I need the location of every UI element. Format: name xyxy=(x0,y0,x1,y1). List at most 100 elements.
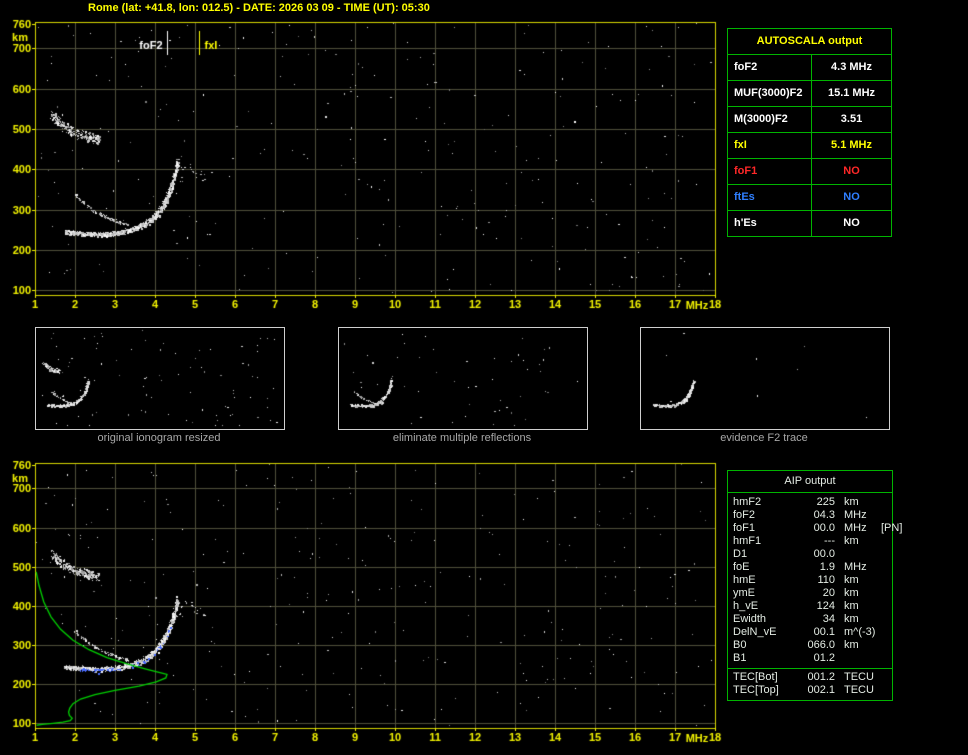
aip-param-note xyxy=(881,652,887,665)
aip-param-note xyxy=(881,639,887,652)
aip-param-name: foE xyxy=(733,561,750,573)
top-ionogram-plot xyxy=(0,16,725,318)
autoscala-row: M(3000)F2 3.51 xyxy=(728,107,891,133)
aip-param-name: h_vE xyxy=(733,600,759,612)
aip-param-value: 00.1 xyxy=(813,626,835,638)
autoscala-param-value: NO xyxy=(843,191,860,203)
aip-param-note xyxy=(881,613,887,626)
aip-param-unit: km xyxy=(844,600,859,612)
aip-param-value: 01.2 xyxy=(813,652,835,664)
aip-param-value: 001.2 xyxy=(807,671,835,683)
aip-param-value: 124 xyxy=(816,600,835,612)
aip-param-value: 225 xyxy=(816,496,835,508)
aip-param-note xyxy=(881,600,887,613)
aip-param-value: 110 xyxy=(817,574,835,586)
aip-param-value: 00.0 xyxy=(813,548,835,560)
autoscala-row: h'Es NO xyxy=(728,211,891,236)
page-title: Rome (lat: +41.8, lon: 012.5) - DATE: 20… xyxy=(88,2,430,14)
thumbnail-original xyxy=(35,327,285,430)
autoscala-row: fxI 5.1 MHz xyxy=(728,133,891,159)
thumbnail-original-canvas xyxy=(37,329,283,428)
aip-row: D1 00.0 xyxy=(728,548,892,561)
autoscala-title: AUTOSCALA output xyxy=(728,29,891,55)
aip-param-value: 066.0 xyxy=(807,639,835,651)
autoscala-param-value: 5.1 MHz xyxy=(831,139,872,151)
thumbnail-caption-original: original ionogram resized xyxy=(97,432,221,444)
aip-param-name: TEC[Top] xyxy=(733,684,779,696)
aip-param-value: 1.9 xyxy=(819,561,835,573)
thumbnail-caption-filtered: eliminate multiple reflections xyxy=(392,432,532,444)
aip-title: AIP output xyxy=(728,471,892,493)
aip-param-name: hmE xyxy=(733,574,756,586)
aip-row: Ewidth 34 km xyxy=(728,613,892,626)
aip-param-value: 00.0 xyxy=(813,522,835,534)
autoscala-output-panel: AUTOSCALA output foF2 4.3 MHz MUF(3000)F… xyxy=(727,28,892,237)
aip-tec-row: TEC[Bot] 001.2 TECU xyxy=(728,671,892,684)
autoscala-row: foF1 NO xyxy=(728,159,891,185)
autoscala-param-label: fxI xyxy=(728,133,812,158)
aip-row: foF1 00.0 MHz [PN] xyxy=(728,522,902,535)
aip-param-note xyxy=(881,509,887,522)
aip-param-note xyxy=(881,548,887,561)
aip-param-unit: TECU xyxy=(844,684,874,696)
aip-param-note xyxy=(881,496,887,509)
thumbnail-caption-evidence: evidence F2 trace xyxy=(720,432,808,444)
autoscala-param-label: foF2 xyxy=(728,55,812,80)
autoscala-param-value: NO xyxy=(843,217,860,229)
autoscala-row: MUF(3000)F2 15.1 MHz xyxy=(728,81,891,107)
autoscala-param-value: 15.1 MHz xyxy=(827,87,876,99)
aip-row: hmF1 --- km xyxy=(728,535,892,548)
aip-param-name: TEC[Bot] xyxy=(733,671,778,683)
aip-param-value: 34 xyxy=(822,613,835,625)
aip-param-unit: km xyxy=(844,613,859,625)
aip-param-name: hmF1 xyxy=(733,535,762,547)
thumbnail-evidence-canvas xyxy=(642,329,888,428)
aip-param-value: 20 xyxy=(822,587,835,599)
autoscala-row: foF2 4.3 MHz xyxy=(728,55,891,81)
aip-param-note xyxy=(881,574,887,587)
aip-param-name: B1 xyxy=(733,652,747,664)
aip-param-note xyxy=(881,587,887,600)
autoscala-row: ftEs NO xyxy=(728,185,891,211)
aip-param-name: DelN_vE xyxy=(733,626,777,638)
aip-row: B1 01.2 xyxy=(728,652,892,665)
autoscala-param-label: foF1 xyxy=(728,159,812,184)
aip-param-value: 002.1 xyxy=(807,684,835,696)
aip-param-unit xyxy=(835,652,881,665)
autoscala-app-window: { "app": { "title": "Rome (lat: +41.8, l… xyxy=(0,0,968,755)
autoscala-param-label: MUF(3000)F2 xyxy=(728,81,812,106)
aip-param-name: foF2 xyxy=(733,509,756,521)
autoscala-param-value: NO xyxy=(843,165,860,177)
autoscala-param-value: 3.51 xyxy=(840,113,863,125)
autoscala-param-label: h'Es xyxy=(728,211,812,236)
autoscala-param-value: 4.3 MHz xyxy=(831,61,872,73)
aip-row: hmE 110 km xyxy=(728,574,892,587)
aip-param-name: D1 xyxy=(733,548,748,560)
aip-row: hmF2 225 km xyxy=(728,496,892,509)
aip-tec-row: TEC[Top] 002.1 TECU xyxy=(728,684,892,697)
aip-param-note: [PN] xyxy=(881,522,903,534)
aip-rows: hmF2 225 km foF2 04.3 MHz foF1 00.0 MHz [PN] hm… xyxy=(728,496,902,665)
aip-row: DelN_vE 00.1 m^(-3) xyxy=(728,626,892,639)
aip-row: foF2 04.3 MHz xyxy=(728,509,892,522)
aip-param-unit: TECU xyxy=(844,671,874,683)
aip-param-name: ymE xyxy=(733,587,755,599)
aip-param-unit: km xyxy=(844,587,859,599)
aip-param-name: Ewidth xyxy=(733,613,767,625)
aip-param-note xyxy=(881,626,887,639)
aip-row: ymE 20 km xyxy=(728,587,892,600)
aip-param-note xyxy=(881,535,887,548)
bottom-ionogram-plot xyxy=(0,455,725,755)
aip-param-unit: m^(-3) xyxy=(844,626,876,638)
aip-param-unit: MHz xyxy=(844,522,867,534)
autoscala-param-label: M(3000)F2 xyxy=(728,107,812,132)
thumbnail-filtered xyxy=(338,327,588,430)
thumbnail-filtered-canvas xyxy=(340,329,586,428)
aip-param-unit: MHz xyxy=(844,509,867,521)
aip-param-value: 04.3 xyxy=(813,509,835,521)
aip-output-panel: AIP output hmF2 225 km foF2 04.3 MHz foF1 00.… xyxy=(727,470,902,701)
aip-param-name: foF1 xyxy=(733,522,756,534)
aip-param-name: B0 xyxy=(733,639,747,651)
aip-tec-section: TEC[Bot] 001.2 TECU TEC[Top] 002.1 TECU xyxy=(728,668,892,700)
aip-param-unit: km xyxy=(844,574,859,586)
